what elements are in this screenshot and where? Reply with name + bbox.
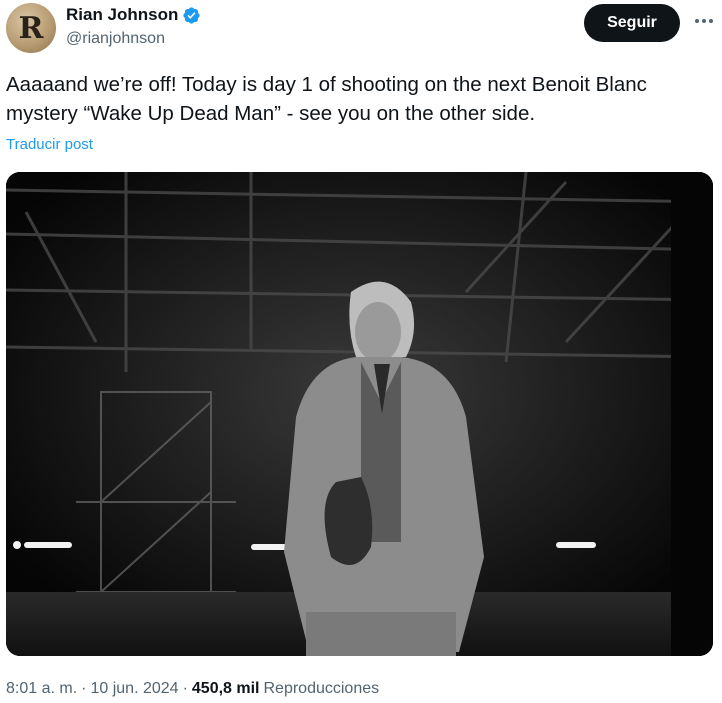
meta-separator: · (182, 680, 188, 697)
verified-badge-icon (182, 6, 201, 25)
tweet-text-line-2: mystery “Wake Up Dead Man” - see you on … (6, 102, 536, 125)
post-time[interactable]: 8:01 a. m. (6, 680, 77, 698)
author-handle[interactable]: @rianjohnson (66, 30, 165, 48)
meta-separator: · (81, 680, 87, 697)
author-display-name[interactable]: Rian Johnson (66, 5, 178, 25)
views-count: 450,8 mil (191, 680, 260, 697)
tweet-text: Aaaaand we’re off! Today is day 1 of sho… (6, 70, 706, 128)
tweet-text-line-1: Aaaaand we’re off! Today is day 1 of sho… (6, 73, 647, 96)
author-name-row: Rian Johnson (66, 5, 201, 25)
follow-button[interactable]: Seguir (584, 4, 680, 42)
tweet-meta: 8:01 a. m. · 10 jun. 2024 · 450,8 mil Re… (6, 680, 379, 698)
post-date[interactable]: 10 jun. 2024 (90, 680, 178, 698)
soundstage-photo (6, 172, 713, 656)
translate-post-link[interactable]: Traducir post (6, 136, 93, 153)
views-label: Reproducciones (263, 680, 380, 697)
avatar-letter: R (18, 10, 44, 46)
more-horizontal-icon[interactable] (693, 10, 715, 32)
tweet-photo[interactable] (6, 172, 713, 656)
avatar[interactable]: R (6, 3, 56, 53)
